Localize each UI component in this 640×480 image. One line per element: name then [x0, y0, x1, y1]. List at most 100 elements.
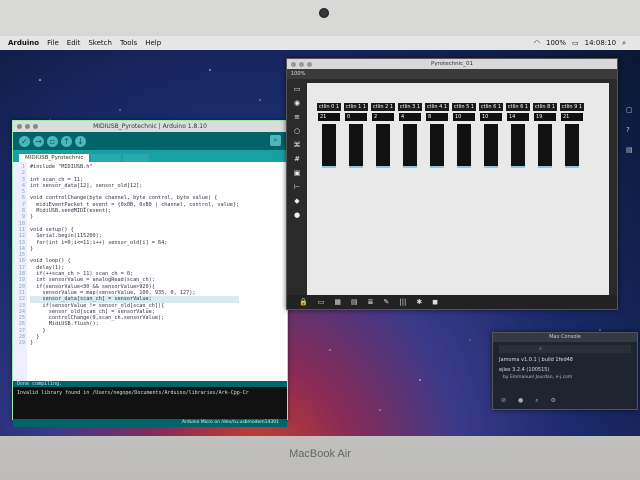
tab-2[interactable] — [91, 154, 121, 162]
number-box[interactable]: 21 — [561, 113, 583, 121]
tab-3[interactable] — [122, 154, 149, 162]
dial-icon[interactable]: ● — [293, 211, 301, 219]
image-icon[interactable]: ▣ — [293, 169, 301, 177]
battery-percent[interactable]: 100% — [546, 39, 566, 47]
stack-icon[interactable]: ≣ — [368, 298, 374, 306]
audio-icon[interactable]: ◼ — [432, 298, 438, 306]
patch-zoom-icon[interactable] — [307, 61, 312, 67]
zoom-icon[interactable] — [33, 124, 38, 129]
number-box[interactable]: 10 — [453, 113, 475, 121]
slider[interactable] — [457, 124, 471, 168]
console-search-input[interactable]: ⌕ — [499, 345, 631, 353]
number-box[interactable]: 8 — [426, 113, 448, 121]
clear-icon[interactable]: ⊘ — [501, 397, 506, 405]
debug-icon[interactable]: ✱ — [416, 298, 422, 306]
arduino-titlebar[interactable]: MIDIUSB_Pyrotechnic | Arduino 1.8.10 — [13, 121, 287, 132]
open-icon[interactable]: ↑ — [61, 135, 72, 147]
verify-icon[interactable]: ✓ — [19, 135, 30, 147]
ctlin-object[interactable]: ctlin 6 1 — [506, 103, 530, 111]
number-box[interactable]: 19 — [534, 113, 556, 121]
number-box[interactable]: 0 — [345, 113, 367, 121]
reference-icon[interactable]: ▤ — [626, 146, 636, 156]
menu-tools[interactable]: Tools — [120, 39, 137, 47]
slider[interactable] — [538, 124, 552, 168]
slider[interactable] — [403, 124, 417, 168]
slider[interactable] — [484, 124, 498, 168]
menu-file[interactable]: File — [47, 39, 59, 47]
tab-main[interactable]: MIDIUSB_Pyrotechnic — [19, 154, 90, 162]
menu-app[interactable]: Arduino — [8, 39, 39, 47]
patch-canvas[interactable]: ctlin 0 1 21 ctlin 1 1 0 ctlin 2 1 2 ctlin 3 1… — [307, 83, 609, 297]
number-box[interactable]: 2 — [372, 113, 394, 121]
number-box[interactable]: 21 — [318, 113, 340, 121]
menu-help[interactable]: Help — [145, 39, 161, 47]
slider[interactable] — [565, 124, 579, 168]
wifi-icon[interactable]: ◠ — [534, 39, 540, 47]
lock-console-icon[interactable]: ● — [518, 397, 523, 405]
inspector-icon[interactable]: ▢ — [626, 106, 636, 116]
ctlin-object[interactable]: ctlin 9 1 — [560, 103, 584, 111]
save-icon[interactable]: ↓ — [75, 135, 86, 147]
patch-close-icon[interactable] — [291, 61, 296, 67]
slider[interactable] — [322, 124, 336, 168]
ctlin-object[interactable]: ctlin 4 1 — [425, 103, 449, 111]
line-number-gutter: 1 2 3 4 5 6 7 8 9 10 11 12 13 14 15 16 17 18 19 20 21 22 23 24 2… — [13, 162, 27, 381]
patch-titlebar[interactable]: Pyrotechnic_01 — [287, 59, 617, 69]
plugin-icon[interactable]: ◆ — [293, 197, 301, 205]
settings-icon[interactable]: ⚙ — [551, 397, 556, 405]
slider[interactable] — [376, 124, 390, 168]
slider-fill — [511, 165, 525, 168]
code-editor[interactable]: 1 2 3 4 5 6 7 8 9 10 11 12 13 14 15 16 17 18 19 20 21 22 23 24 2… — [13, 162, 287, 381]
fader-7: ctlin 6 1 14 — [506, 103, 530, 168]
slider-icon[interactable]: ⊢ — [293, 183, 301, 191]
windows-icon[interactable]: ▤ — [351, 298, 358, 306]
help-icon[interactable]: ? — [626, 126, 636, 136]
serial-monitor-icon[interactable]: ⌕ — [270, 135, 281, 146]
console-title[interactable]: Max Console — [493, 333, 637, 342]
max-console-window: Max Console ⌕ Jamoma v1.0.1 | build 1fed… — [492, 332, 638, 410]
menu-edit[interactable]: Edit — [67, 39, 81, 47]
search-icon[interactable]: ⌕ — [622, 39, 626, 48]
slider[interactable] — [349, 124, 363, 168]
menu-bar: Arduino File Edit Sketch Tools Help ◠ 10… — [0, 36, 640, 50]
code-line[interactable]: } — [30, 340, 239, 346]
arduino-title: MIDIUSB_Pyrotechnic | Arduino 1.8.10 — [93, 123, 207, 130]
zoom-level[interactable]: 100% — [287, 69, 617, 79]
comment-icon[interactable]: ≡ — [293, 113, 301, 121]
number-box[interactable]: 10 — [480, 113, 502, 121]
object-icon[interactable]: ▭ — [293, 85, 301, 93]
number-box[interactable]: 4 — [399, 113, 421, 121]
grid-icon[interactable]: ▦ — [334, 298, 341, 306]
clock[interactable]: 14:08:10 — [585, 39, 616, 47]
ctlin-object[interactable]: ctlin 2 1 — [371, 103, 395, 111]
slider-fill — [484, 166, 498, 168]
bang-icon[interactable]: ○ — [293, 127, 301, 135]
lock-icon[interactable]: 🔒 — [299, 298, 308, 306]
ctlin-object[interactable]: ctlin 6 1 — [479, 103, 503, 111]
ctlin-object[interactable]: ctlin 0 1 — [317, 103, 341, 111]
battery-icon[interactable]: ▭ — [572, 39, 579, 47]
new-file-icon[interactable]: ▫ — [47, 135, 58, 147]
ctlin-object[interactable]: ctlin 1 1 — [344, 103, 368, 111]
ctlin-object[interactable]: ctlin 5 1 — [452, 103, 476, 111]
code-line[interactable]: void controlChange(byte channel, byte co… — [30, 195, 239, 201]
filter-icon[interactable]: ⌕ — [535, 397, 538, 405]
number-box[interactable]: 14 — [507, 113, 529, 121]
minimize-icon[interactable] — [25, 124, 30, 129]
toggle-icon[interactable]: ⌘ — [293, 141, 301, 149]
number-icon[interactable]: # — [293, 155, 301, 163]
message-icon[interactable]: ◉ — [293, 99, 301, 107]
close-icon[interactable] — [17, 124, 22, 129]
presentation-icon[interactable]: ▭ — [318, 298, 325, 306]
ctlin-object[interactable]: ctlin 8 1 — [533, 103, 557, 111]
slider[interactable] — [511, 124, 525, 168]
ctlin-object[interactable]: ctlin 3 1 — [398, 103, 422, 111]
slider[interactable] — [430, 124, 444, 168]
upload-icon[interactable]: → — [33, 135, 44, 147]
max-patch-window: Pyrotechnic_01 100% ▭ ◉ ≡ ○ ⌘ # ▣ ⊢ ◆ ● … — [286, 58, 618, 310]
mixer-icon[interactable]: ||| — [399, 298, 406, 306]
menu-sketch[interactable]: Sketch — [88, 39, 112, 47]
patch-minimize-icon[interactable] — [299, 61, 304, 67]
wrench-icon[interactable]: ✎ — [383, 298, 389, 306]
code-text[interactable]: #include "MIDIUSB.h" int scan_ch = 11; in… — [27, 162, 240, 381]
